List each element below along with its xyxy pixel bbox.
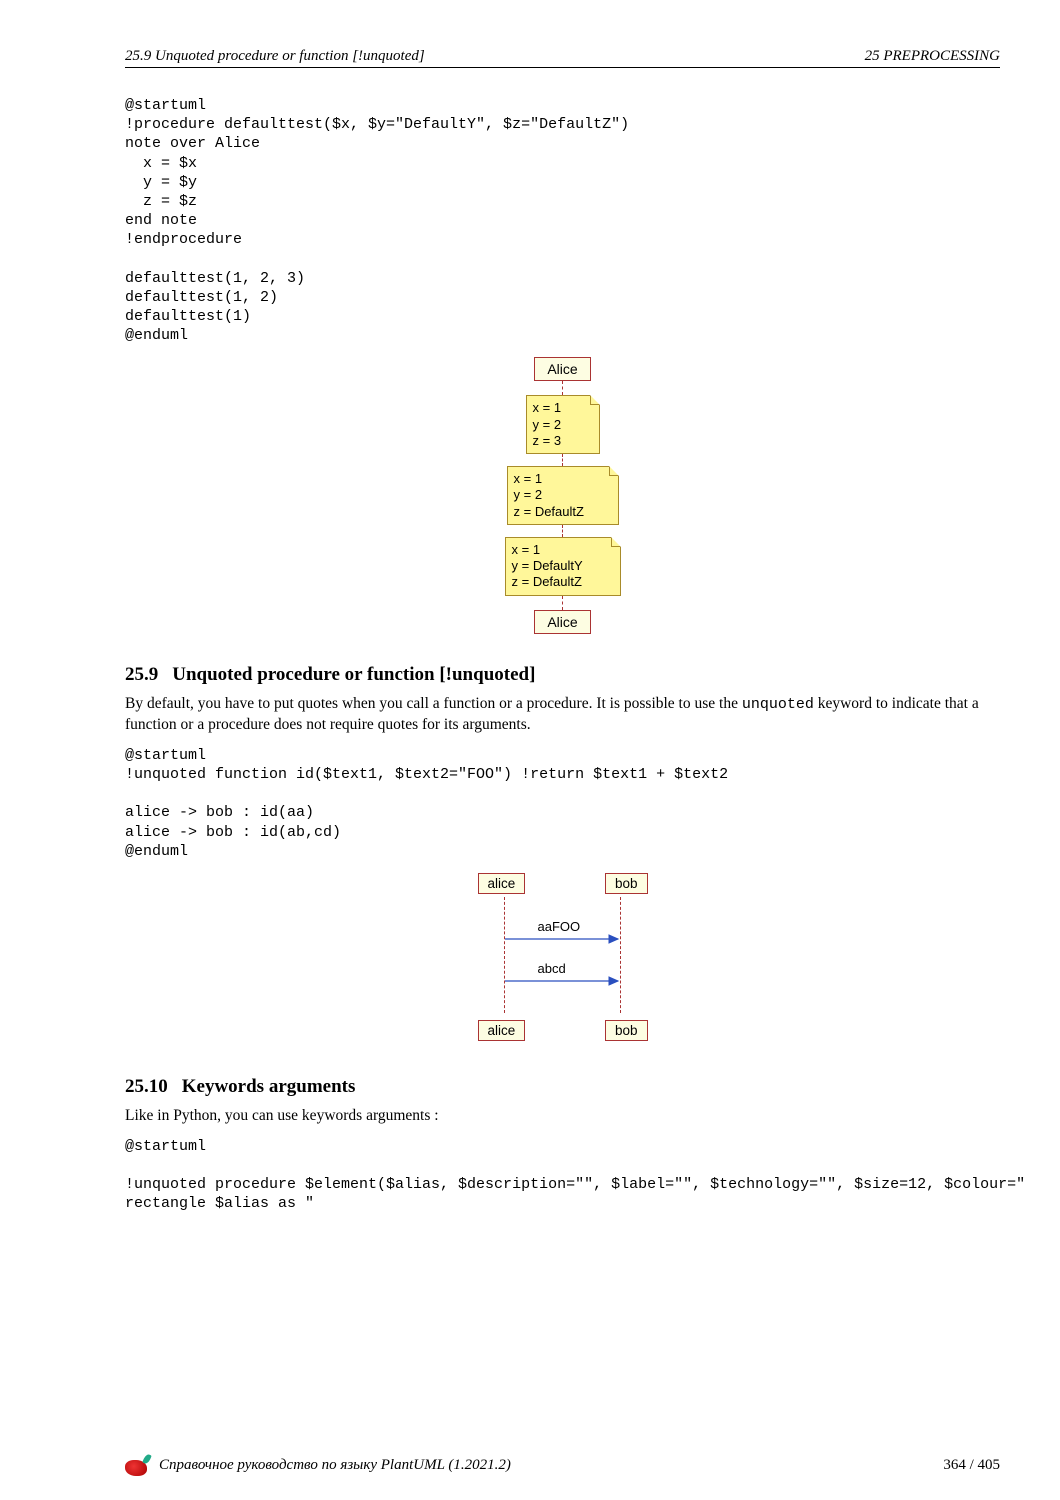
actor-alice-bottom: Alice (534, 610, 590, 634)
keyword-unquoted: unquoted (742, 696, 814, 713)
note-line: y = 2 (533, 417, 591, 433)
note-line: z = DefaultZ (514, 504, 610, 520)
header-right: 25 PREPROCESSING (865, 48, 1000, 65)
note-line: y = 2 (514, 487, 610, 503)
code-block-keywords: @startuml !unquoted procedure $element($… (125, 1137, 1000, 1214)
section-title: Unquoted procedure or function [!unquote… (172, 664, 535, 685)
note-line: x = 1 (514, 471, 610, 487)
footer-page-number: 364 / 405 (943, 1457, 1000, 1474)
note-line: z = DefaultZ (512, 574, 612, 590)
diagram-defaulttest: Alice x = 1 y = 2 z = 3 x = 1 y = 2 z = … (125, 357, 1000, 633)
message-label-1: aaFOO (538, 919, 581, 934)
code-block-unquoted: @startuml !unquoted function id($text1, … (125, 746, 1000, 861)
diagram-unquoted: alice bob aaFOO abcd alice bob (125, 873, 1000, 1046)
note-1: x = 1 y = 2 z = 3 (526, 395, 600, 454)
note-3: x = 1 y = DefaultY z = DefaultZ (505, 537, 621, 596)
plantuml-logo-icon (125, 1454, 151, 1476)
para-text: By default, you have to put quotes when … (125, 695, 742, 712)
note-line: z = 3 (533, 433, 591, 449)
page: 25.9 Unquoted procedure or function [!un… (0, 0, 1060, 1500)
page-header: 25.9 Unquoted procedure or function [!un… (125, 48, 1000, 68)
lifeline (562, 381, 563, 395)
page-footer: Справочное руководство по языку PlantUML… (125, 1454, 1000, 1476)
section-25-9-paragraph: By default, you have to put quotes when … (125, 694, 1000, 736)
lifeline (562, 525, 563, 537)
note-line: y = DefaultY (512, 558, 612, 574)
section-title: Keywords arguments (182, 1076, 356, 1097)
note-2: x = 1 y = 2 z = DefaultZ (507, 466, 619, 525)
section-heading-25-10: 25.10 Keywords arguments (125, 1076, 1000, 1098)
message-label-2: abcd (538, 961, 566, 976)
note-line: x = 1 (533, 400, 591, 416)
sequence-arrows (478, 873, 648, 1041)
lifeline (562, 454, 563, 466)
actor-alice-bottom: alice (478, 1020, 526, 1041)
actor-alice-top: Alice (534, 357, 590, 381)
footer-title: Справочное руководство по языку PlantUML… (159, 1457, 943, 1474)
code-block-defaulttest: @startuml !procedure defaulttest($x, $y=… (125, 96, 1000, 345)
section-25-10-paragraph: Like in Python, you can use keywords arg… (125, 1106, 1000, 1127)
actor-bob-bottom: bob (605, 1020, 648, 1041)
section-heading-25-9: 25.9 Unquoted procedure or function [!unq… (125, 664, 1000, 686)
section-number: 25.9 (125, 664, 158, 685)
section-number: 25.10 (125, 1076, 168, 1097)
lifeline (562, 596, 563, 610)
header-left: 25.9 Unquoted procedure or function [!un… (125, 48, 425, 65)
note-line: x = 1 (512, 542, 612, 558)
